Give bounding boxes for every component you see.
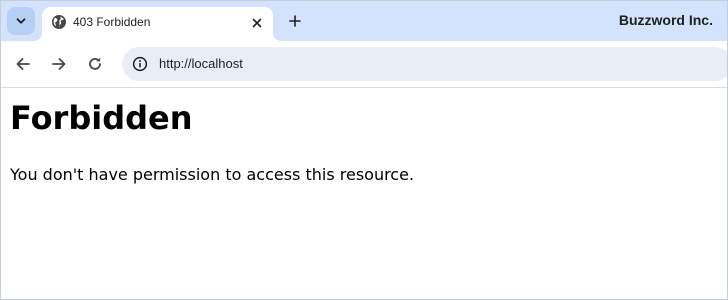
tab-active[interactable]: 403 Forbidden <box>42 7 273 41</box>
address-bar[interactable]: http://localhost <box>122 47 727 81</box>
browser-window: 403 Forbidden Buzzword Inc. http://local… <box>0 0 728 300</box>
chevron-down-icon <box>16 18 26 24</box>
site-info-button[interactable] <box>127 51 153 77</box>
reload-icon <box>89 57 101 70</box>
globe-icon <box>52 15 66 29</box>
close-icon <box>252 18 262 28</box>
reload-button[interactable] <box>81 50 109 78</box>
tab-strip: 403 Forbidden Buzzword Inc. <box>1 1 727 41</box>
back-button[interactable] <box>9 50 37 78</box>
info-icon <box>132 56 148 72</box>
profile-name[interactable]: Buzzword Inc. <box>619 12 713 28</box>
arrow-left-icon <box>16 58 30 70</box>
browser-toolbar: http://localhost <box>1 41 727 88</box>
new-tab-button[interactable] <box>283 9 307 33</box>
page-title: Forbidden <box>10 99 193 137</box>
plus-icon <box>289 15 301 27</box>
error-message: You don't have permission to access this… <box>10 165 415 184</box>
arrow-right-icon <box>52 58 66 70</box>
page-content: Forbidden You don't have permission to a… <box>1 88 727 299</box>
url-text[interactable]: http://localhost <box>159 56 243 71</box>
tab-title: 403 Forbidden <box>73 15 151 29</box>
forward-button[interactable] <box>45 50 73 78</box>
tab-close-button[interactable] <box>247 13 267 33</box>
tab-search-button[interactable] <box>7 7 35 35</box>
